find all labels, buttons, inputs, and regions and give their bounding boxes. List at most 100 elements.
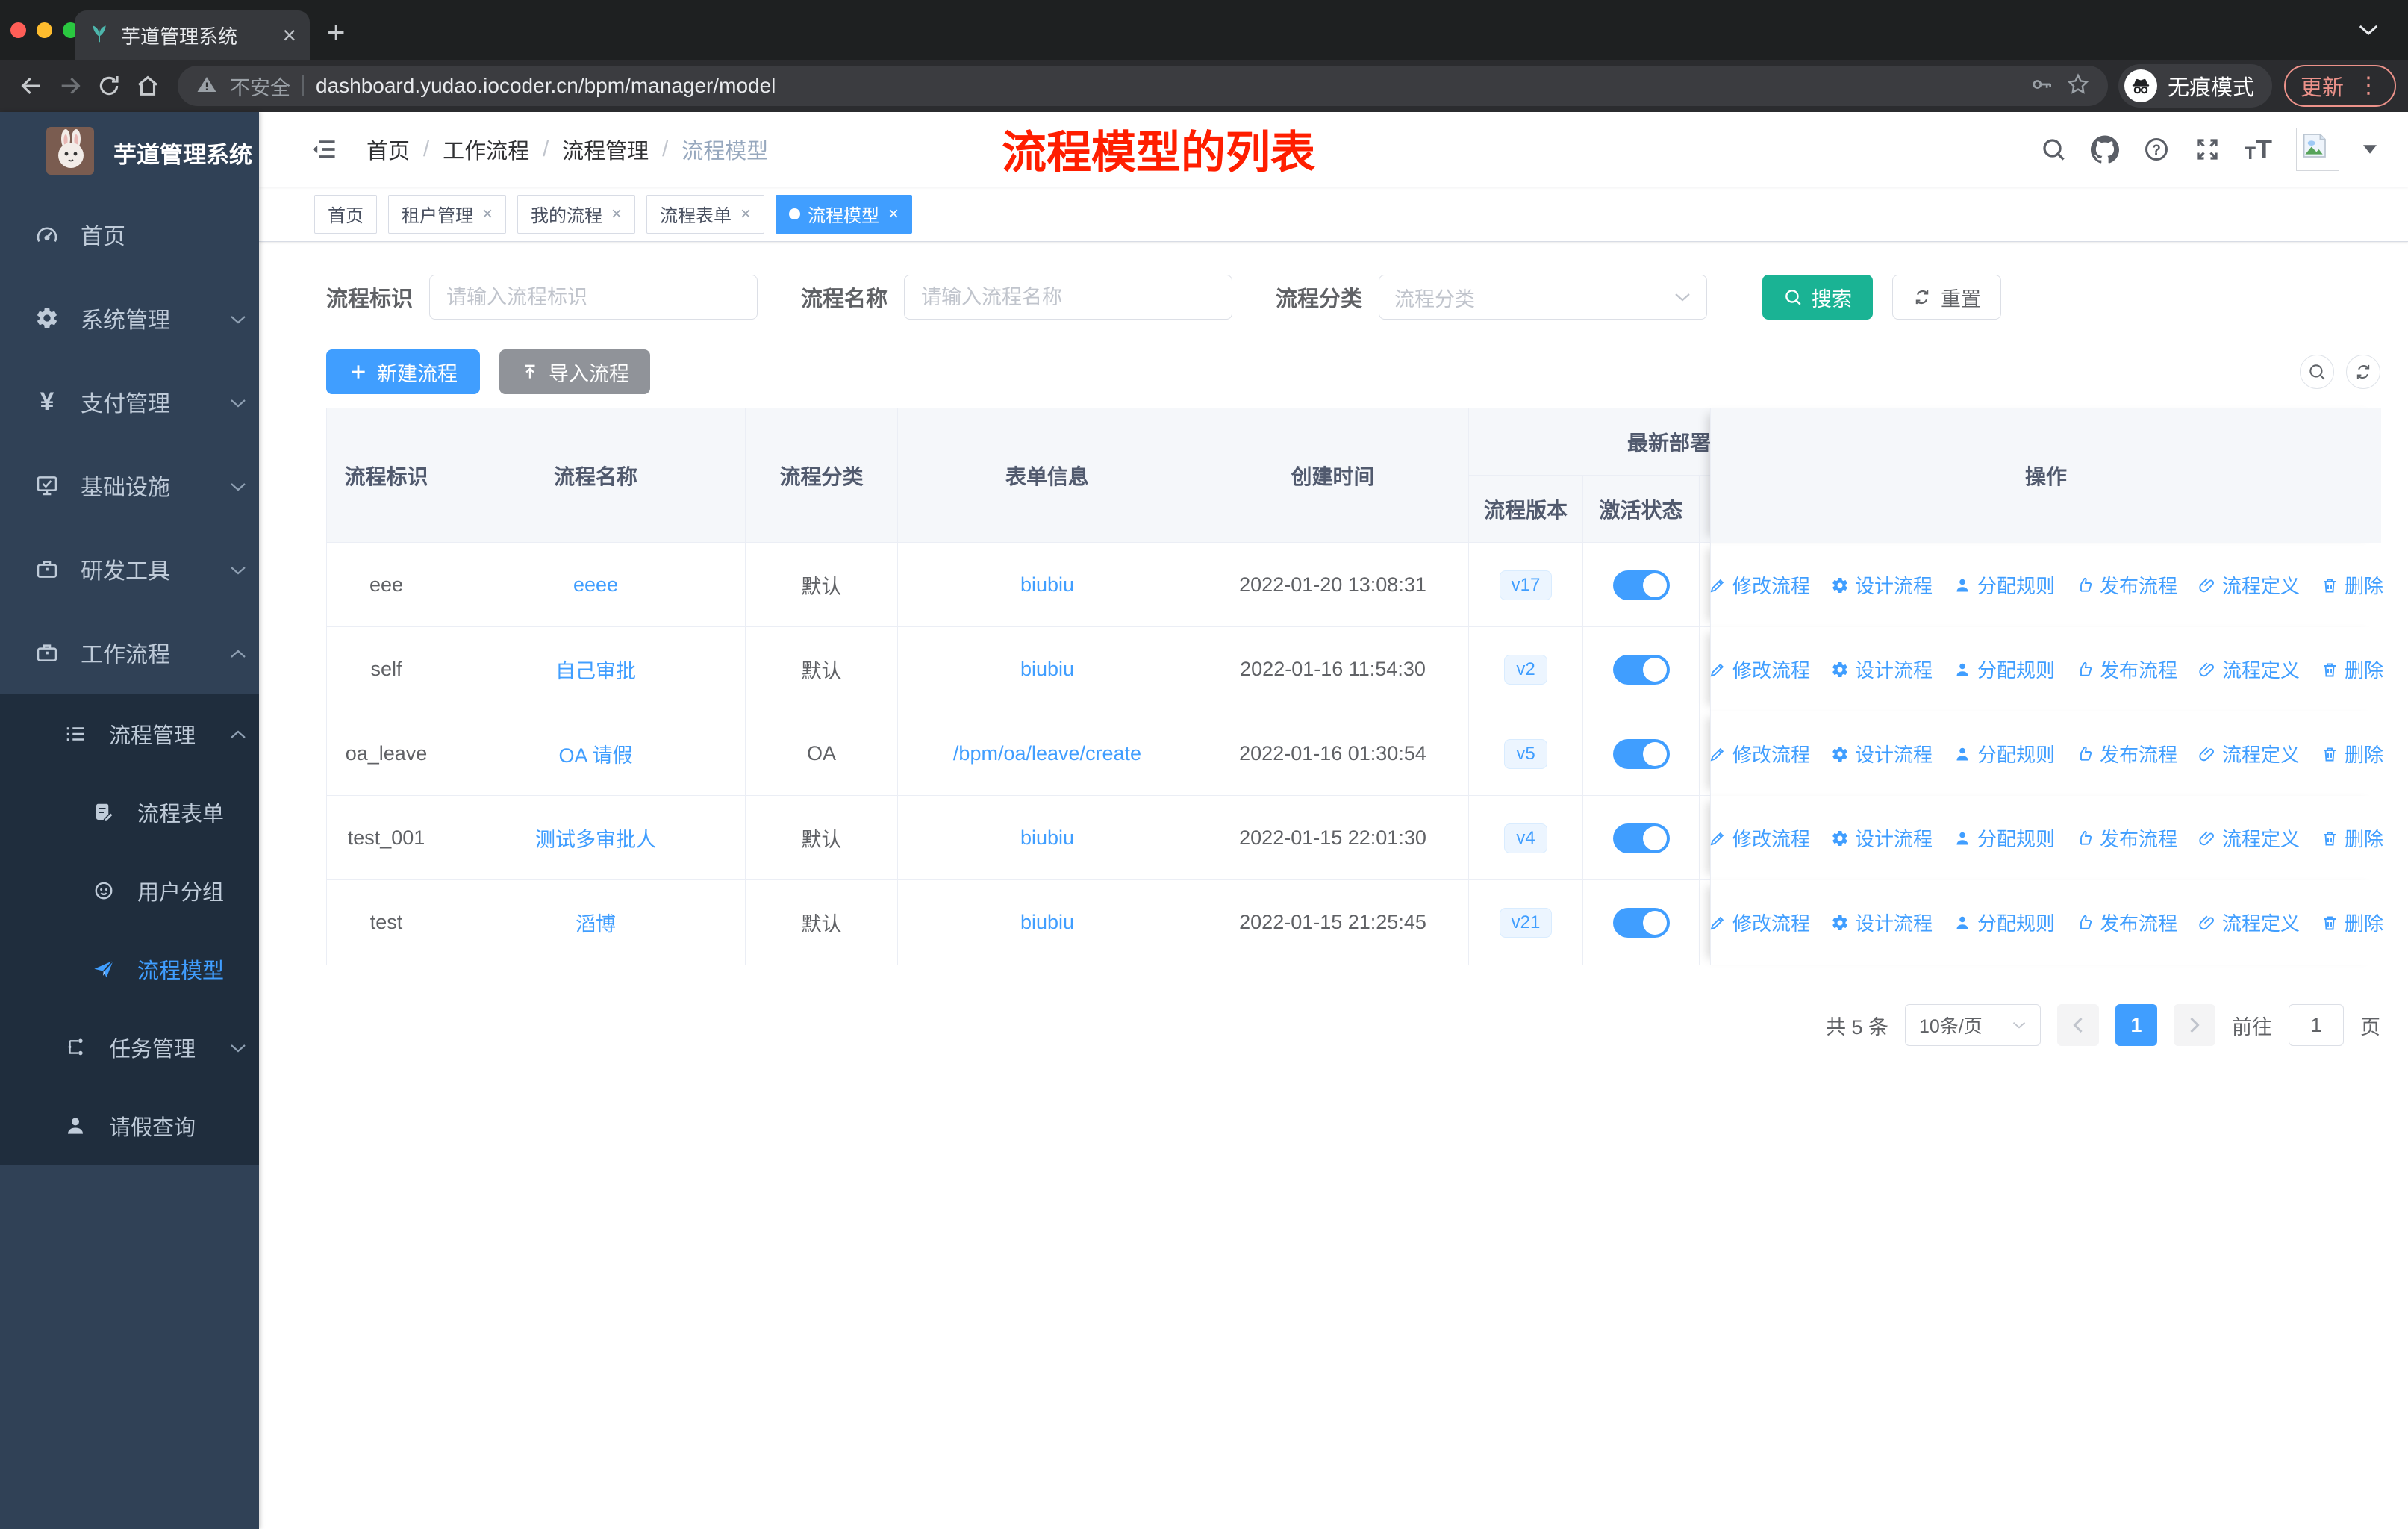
- process-name-link[interactable]: OA 请假: [558, 739, 632, 768]
- design-process-link[interactable]: 设计流程: [1831, 571, 1933, 599]
- breadcrumb-process-management[interactable]: 流程管理: [562, 134, 649, 165]
- browser-update-button[interactable]: 更新 ⋮: [2283, 65, 2396, 107]
- github-icon[interactable]: [2091, 135, 2120, 164]
- bookmark-star-icon[interactable]: [2066, 72, 2090, 100]
- assign-rule-link[interactable]: 分配规则: [1953, 571, 2055, 599]
- browser-menu-dots-icon[interactable]: ⋮: [2357, 75, 2380, 97]
- delete-link[interactable]: 删除: [2321, 655, 2383, 683]
- fullscreen-icon[interactable]: [2194, 136, 2221, 163]
- process-id-input[interactable]: [429, 275, 758, 320]
- process-definition-link[interactable]: 流程定义: [2198, 909, 2300, 936]
- publish-process-link[interactable]: 发布流程: [2076, 740, 2177, 767]
- form-info-link[interactable]: biubiu: [1020, 911, 1074, 934]
- breadcrumb-workflow[interactable]: 工作流程: [443, 134, 529, 165]
- forward-button[interactable]: [51, 66, 90, 105]
- process-category-select[interactable]: 流程分类: [1379, 275, 1708, 320]
- delete-link[interactable]: 删除: [2321, 909, 2383, 936]
- sidebar-item-process-management[interactable]: 流程管理: [0, 694, 259, 773]
- prev-page-button[interactable]: [2057, 1004, 2099, 1046]
- tag-my-process[interactable]: 我的流程 ×: [517, 194, 636, 234]
- active-toggle[interactable]: [1612, 738, 1670, 769]
- design-process-link[interactable]: 设计流程: [1831, 824, 1933, 852]
- sidebar-item-home[interactable]: 首页: [0, 193, 259, 276]
- back-button[interactable]: [12, 66, 51, 105]
- sidebar-item-user-group[interactable]: 用户分组: [0, 851, 259, 929]
- sidebar-item-devtools[interactable]: 研发工具: [0, 527, 259, 611]
- sidebar-item-payment[interactable]: ¥ 支付管理: [0, 360, 259, 443]
- security-warning-icon[interactable]: [196, 73, 218, 99]
- design-process-link[interactable]: 设计流程: [1831, 655, 1933, 683]
- tag-close-icon[interactable]: ×: [740, 205, 751, 223]
- form-info-link[interactable]: biubiu: [1020, 573, 1074, 597]
- new-tab-button[interactable]: +: [327, 16, 346, 48]
- publish-process-link[interactable]: 发布流程: [2076, 655, 2177, 683]
- publish-process-link[interactable]: 发布流程: [2076, 571, 2177, 599]
- process-name-input[interactable]: [904, 275, 1233, 320]
- home-button[interactable]: [128, 66, 167, 105]
- process-name-link[interactable]: eeee: [573, 573, 618, 597]
- next-page-button[interactable]: [2174, 1004, 2215, 1046]
- edit-process-link[interactable]: 修改流程: [1709, 655, 1810, 683]
- reload-button[interactable]: [90, 66, 128, 105]
- page-1-button[interactable]: 1: [2115, 1004, 2157, 1046]
- delete-link[interactable]: 删除: [2321, 571, 2383, 599]
- window-minimize-button[interactable]: [37, 22, 52, 38]
- hamburger-collapse-icon[interactable]: [308, 137, 338, 162]
- publish-process-link[interactable]: 发布流程: [2076, 909, 2177, 936]
- reset-button[interactable]: 重置: [1892, 275, 2002, 320]
- import-process-button[interactable]: 导入流程: [499, 349, 650, 394]
- form-info-link[interactable]: biubiu: [1020, 658, 1074, 681]
- active-toggle[interactable]: [1612, 570, 1670, 600]
- active-toggle[interactable]: [1612, 654, 1670, 685]
- window-close-button[interactable]: [10, 22, 26, 38]
- toggle-search-button[interactable]: [2300, 355, 2334, 389]
- publish-process-link[interactable]: 发布流程: [2076, 824, 2177, 852]
- delete-link[interactable]: 删除: [2321, 824, 2383, 852]
- avatar-caret-down-icon[interactable]: [2363, 145, 2377, 154]
- sidebar-item-workflow[interactable]: 工作流程: [0, 611, 259, 694]
- breadcrumb-home[interactable]: 首页: [366, 134, 410, 165]
- sidebar-item-task-management[interactable]: 任务管理: [0, 1008, 259, 1086]
- page-size-select[interactable]: 10条/页: [1905, 1004, 2041, 1046]
- assign-rule-link[interactable]: 分配规则: [1953, 909, 2055, 936]
- tag-close-icon[interactable]: ×: [611, 205, 622, 223]
- help-icon[interactable]: ?: [2143, 136, 2170, 163]
- search-button[interactable]: 搜索: [1762, 275, 1874, 320]
- url-bar[interactable]: 不安全 dashboard.yudao.iocoder.cn/bpm/manag…: [178, 66, 2108, 106]
- assign-rule-link[interactable]: 分配规则: [1953, 740, 2055, 767]
- assign-rule-link[interactable]: 分配规则: [1953, 655, 2055, 683]
- tab-search-chevron-icon[interactable]: [2357, 22, 2380, 41]
- process-name-link[interactable]: 测试多审批人: [535, 823, 656, 853]
- active-toggle[interactable]: [1612, 907, 1670, 938]
- form-info-link[interactable]: biubiu: [1020, 826, 1074, 850]
- browser-tab[interactable]: 芋道管理系统 ×: [75, 10, 310, 60]
- tag-close-icon[interactable]: ×: [888, 205, 899, 223]
- tag-tenant[interactable]: 租户管理 ×: [388, 194, 507, 234]
- search-icon[interactable]: [2040, 136, 2067, 163]
- avatar[interactable]: [2296, 128, 2339, 171]
- create-process-button[interactable]: 新建流程: [326, 349, 480, 394]
- password-key-icon[interactable]: [2030, 72, 2054, 100]
- process-definition-link[interactable]: 流程定义: [2198, 824, 2300, 852]
- sidebar-item-system[interactable]: 系统管理: [0, 276, 259, 360]
- assign-rule-link[interactable]: 分配规则: [1953, 824, 2055, 852]
- design-process-link[interactable]: 设计流程: [1831, 740, 1933, 767]
- design-process-link[interactable]: 设计流程: [1831, 909, 1933, 936]
- tab-close-icon[interactable]: ×: [282, 23, 296, 47]
- tag-home[interactable]: 首页: [314, 194, 377, 234]
- form-info-link[interactable]: /bpm/oa/leave/create: [953, 742, 1141, 765]
- sidebar-item-process-form[interactable]: 流程表单: [0, 773, 259, 851]
- tag-process-form[interactable]: 流程表单 ×: [646, 194, 765, 234]
- sidebar-item-leave-query[interactable]: 请假查询: [0, 1086, 259, 1165]
- sidebar-item-process-model[interactable]: 流程模型: [0, 929, 259, 1008]
- edit-process-link[interactable]: 修改流程: [1709, 824, 1810, 852]
- delete-link[interactable]: 删除: [2321, 740, 2383, 767]
- edit-process-link[interactable]: 修改流程: [1709, 909, 1810, 936]
- tag-close-icon[interactable]: ×: [482, 205, 493, 223]
- tag-process-model[interactable]: 流程模型 ×: [776, 194, 913, 234]
- url-text[interactable]: dashboard.yudao.iocoder.cn/bpm/manager/m…: [316, 74, 2018, 98]
- process-name-link[interactable]: 自己审批: [555, 655, 636, 684]
- sidebar-item-infra[interactable]: 基础设施: [0, 443, 259, 527]
- process-definition-link[interactable]: 流程定义: [2198, 655, 2300, 683]
- edit-process-link[interactable]: 修改流程: [1709, 740, 1810, 767]
